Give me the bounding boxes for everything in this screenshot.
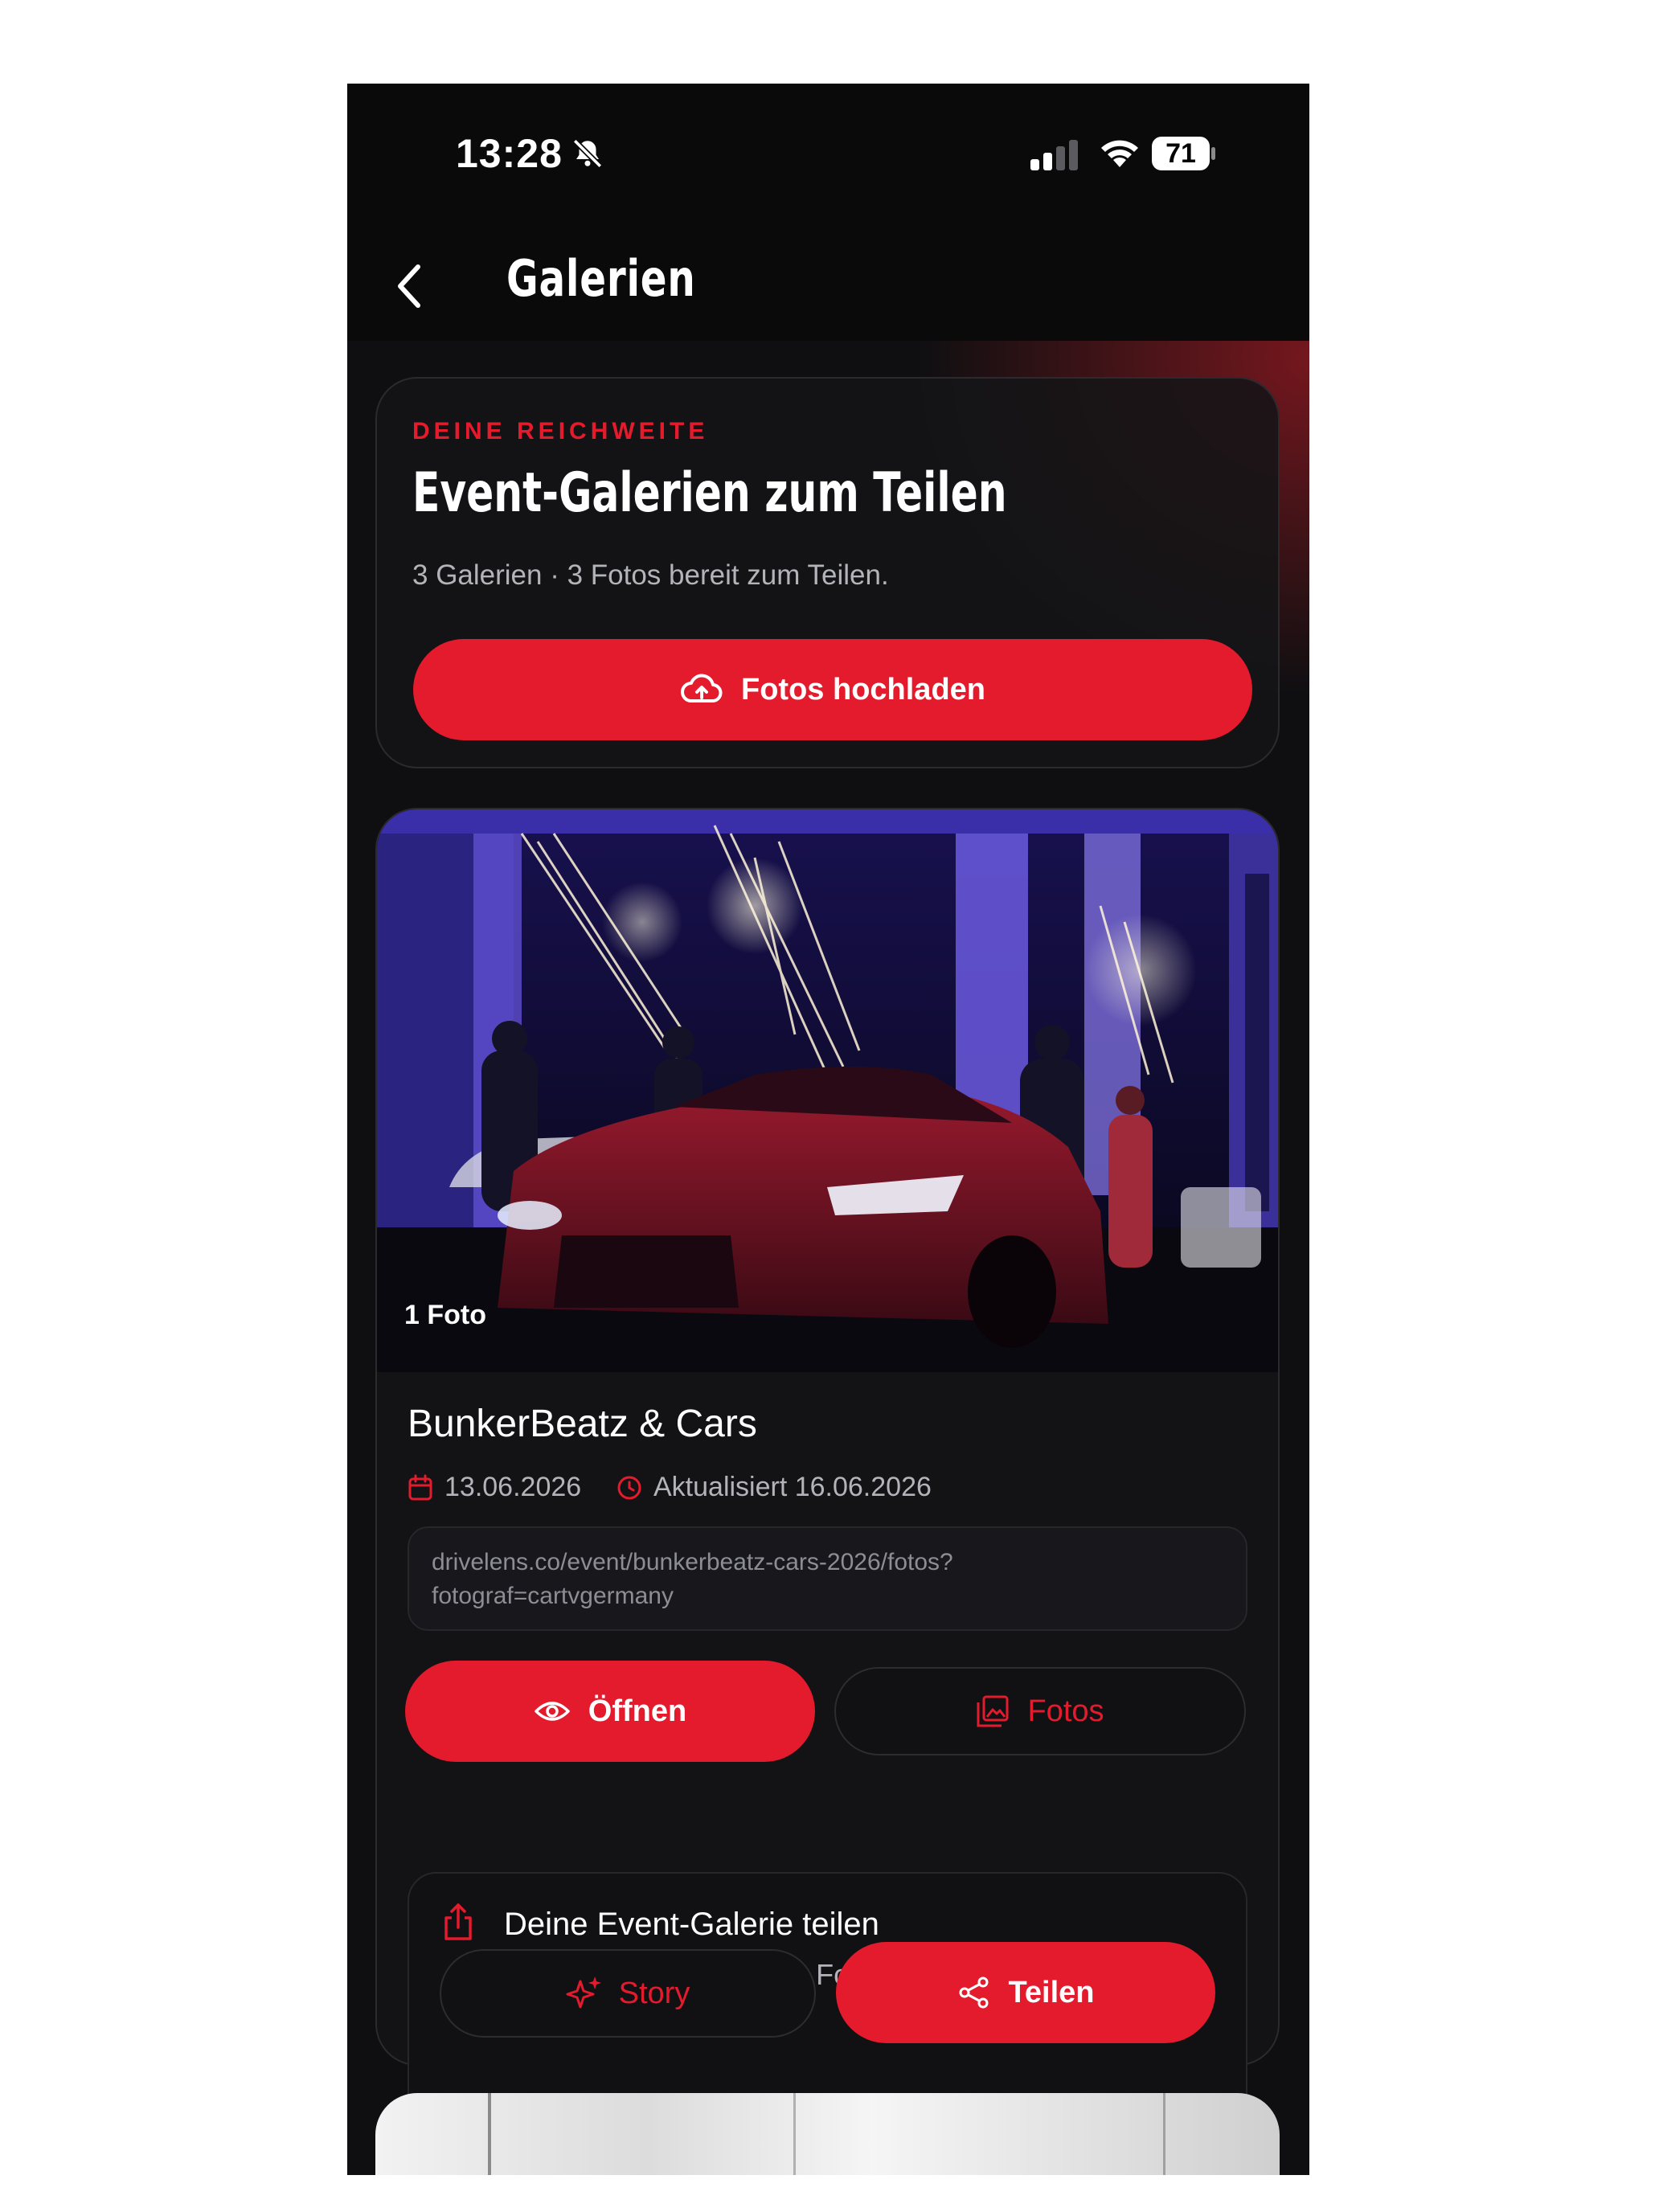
upload-photos-button[interactable]: Fotos hochladen [413,639,1252,740]
open-gallery-label: Öffnen [588,1694,687,1728]
battery-icon: 71 [1152,137,1216,170]
reach-subtitle: 3 Galerien · 3 Fotos bereit zum Teilen. [412,559,889,591]
reach-eyebrow: DEINE REICHWEITE [412,418,709,444]
signal-icon [1030,140,1078,170]
gallery-cover-image[interactable] [377,809,1278,1372]
status-time: 13:28 [456,131,563,176]
navigation-bar [347,236,1309,342]
calendar-icon [408,1474,432,1500]
share-label: Teilen [1008,1975,1095,2009]
open-gallery-button[interactable]: Öffnen [405,1661,815,1762]
eye-icon [535,1702,570,1721]
gallery-updated-text: Aktualisiert 16.06.2026 [653,1472,932,1502]
gallery-url-field[interactable]: drivelens.co/event/bunkerbeatz-cars-2026… [408,1526,1247,1631]
gallery-title: BunkerBeatz & Cars [408,1403,757,1445]
gallery-photos-label: Fotos [1027,1694,1104,1728]
share-upload-icon [444,1903,472,1940]
reach-title: Event-Galerien zum Teilen [412,461,1007,525]
sparkles-icon [566,1976,601,2009]
battery-level: 71 [1165,138,1196,169]
share-button[interactable]: Teilen [836,1942,1215,2043]
story-button[interactable]: Story [440,1949,816,2038]
gallery-photos-button[interactable]: Fotos [834,1667,1246,1755]
story-label: Story [618,1976,690,2010]
gallery-url-line1: drivelens.co/event/bunkerbeatz-cars-2026… [432,1549,953,1575]
image-gallery-icon [977,1695,1009,1727]
wifi-icon [1101,140,1138,167]
share-panel-title: Deine Event-Galerie teilen [504,1907,879,1942]
gallery-date-text: 13.06.2026 [444,1472,582,1502]
event-photo-illustration [377,809,1278,1372]
gallery-date: 13.06.2026 [408,1472,581,1503]
gallery-updated: Aktualisiert 16.06.2026 [616,1472,932,1503]
photo-count-badge: 1 Foto [404,1300,486,1330]
cloud-upload-icon [681,674,723,703]
back-chevron-icon[interactable] [394,262,426,310]
next-gallery-card-preview[interactable] [375,2093,1280,2175]
clock-icon [617,1476,641,1499]
gallery-url-line2: fotograf=cartvgermany [432,1583,674,1609]
page-title: Galerien [506,249,696,308]
share-nodes-icon [959,1976,988,2009]
bell-slash-icon [572,138,603,169]
upload-photos-label: Fotos hochladen [741,672,985,707]
phone-screen: 13:28 71 Galerien DEINE REICHWEITE Event… [347,84,1309,2175]
